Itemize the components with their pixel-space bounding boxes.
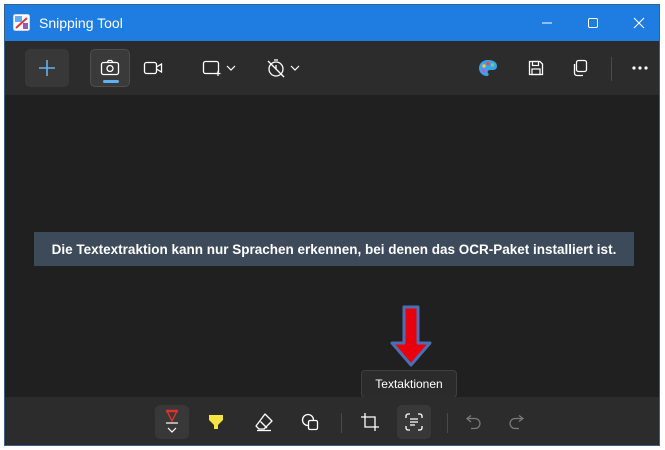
ellipsis-icon [632, 66, 648, 70]
tooltip: Textaktionen [361, 370, 457, 398]
save-icon [528, 60, 544, 76]
top-toolbar [5, 41, 659, 95]
new-snip-button[interactable] [25, 49, 69, 87]
redo-icon [509, 414, 525, 430]
text-actions-button[interactable] [397, 405, 431, 439]
save-button[interactable] [520, 49, 552, 87]
crop-icon [361, 413, 379, 431]
chevron-down-icon [290, 65, 300, 71]
rectangle-snip-icon [202, 60, 221, 76]
eraser-icon [255, 413, 273, 432]
ocr-info-message: Die Textextraktion kann nur Sprachen erk… [34, 232, 634, 266]
paint-palette-icon [479, 60, 497, 76]
title-bar: Snipping Tool [5, 5, 659, 41]
snip-canvas: Die Textextraktion kann nur Sprachen erk… [5, 95, 659, 398]
delay-dropdown[interactable] [259, 49, 307, 87]
undo-icon [465, 414, 481, 430]
window-title: Snipping Tool [39, 15, 123, 31]
highlighter-icon [209, 415, 223, 429]
close-button[interactable] [617, 5, 659, 41]
text-actions-icon [405, 413, 423, 431]
maximize-icon [588, 18, 598, 28]
eraser-button[interactable] [247, 405, 281, 439]
toolbar-divider [611, 57, 612, 81]
redo-button[interactable] [499, 405, 533, 439]
maximize-button[interactable] [571, 5, 615, 41]
copy-button[interactable] [564, 49, 596, 87]
ballpoint-pen-button[interactable] [155, 405, 189, 439]
snipping-tool-app-icon [13, 14, 30, 31]
undo-button[interactable] [457, 405, 491, 439]
toolbar-divider [341, 413, 342, 433]
screenshot-mode-button[interactable] [90, 49, 130, 87]
annotation-arrow-icon [390, 305, 432, 367]
snip-mode-dropdown[interactable] [195, 49, 243, 87]
shapes-button[interactable] [293, 405, 327, 439]
snipping-tool-window: Snipping Tool Die Textextraktion kann nu… [4, 4, 660, 446]
highlighter-button[interactable] [199, 405, 233, 439]
video-icon [143, 61, 163, 75]
chevron-down-icon [226, 65, 236, 71]
selected-mode-indicator [103, 80, 119, 83]
minimize-icon [542, 22, 552, 24]
pen-icon [165, 409, 179, 433]
timer-off-icon [267, 59, 285, 78]
copy-icon [573, 59, 588, 77]
markup-toolbar [5, 397, 659, 445]
video-mode-button[interactable] [133, 49, 173, 87]
crop-button[interactable] [353, 405, 387, 439]
open-paint-button[interactable] [472, 49, 504, 87]
camera-icon [100, 59, 120, 76]
close-icon [633, 17, 645, 29]
minimize-button[interactable] [525, 5, 569, 41]
plus-icon [39, 60, 55, 76]
more-options-button[interactable] [625, 49, 655, 87]
toolbar-divider [447, 413, 448, 433]
shapes-icon [301, 413, 319, 431]
